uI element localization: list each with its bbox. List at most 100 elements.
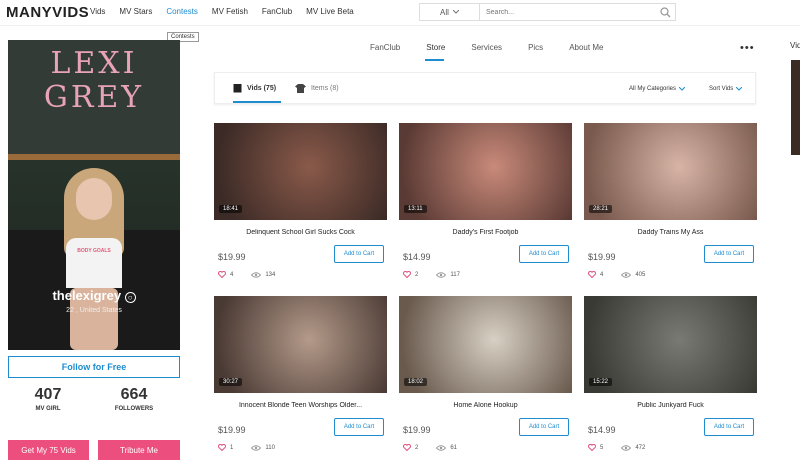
profile-tabs: FanClub Store Services Pics About Me xyxy=(370,43,603,52)
top-navbar: MANYVIDS Vids MV Stars Contests MV Fetis… xyxy=(0,0,800,26)
video-duration: 13:11 xyxy=(404,205,427,213)
video-price: $14.99 xyxy=(588,425,616,435)
nav-mv-live[interactable]: MV Live Beta xyxy=(306,7,354,16)
nav-vids[interactable]: Vids xyxy=(90,7,105,16)
chalk-text-lexi: LEXI xyxy=(50,46,138,81)
video-thumbnail[interactable]: 30:27 xyxy=(214,296,387,393)
video-card[interactable]: 18:41 Delinquent School Girl Sucks Cock … xyxy=(214,123,387,278)
video-duration: 28:21 xyxy=(589,205,613,213)
video-price: $19.99 xyxy=(403,425,431,435)
side-thumbnail[interactable] xyxy=(791,60,800,155)
video-duration: 15:22 xyxy=(589,378,613,386)
sort-dropdown-label: Sort Vids xyxy=(709,86,734,92)
video-stats: 2 117 xyxy=(403,271,460,278)
heart-icon[interactable] xyxy=(218,444,226,451)
heart-icon[interactable] xyxy=(588,271,596,278)
verified-icon: ○ xyxy=(124,292,136,303)
view-count: 405 xyxy=(635,271,646,278)
active-tab-indicator xyxy=(425,59,444,61)
heart-icon[interactable] xyxy=(403,444,411,451)
video-title[interactable]: Innocent Blonde Teen Worships Older... xyxy=(214,402,387,409)
add-to-cart-button[interactable]: Add to Cart xyxy=(519,418,569,436)
video-title[interactable]: Daddy's First Footjob xyxy=(399,229,572,236)
add-to-cart-button[interactable]: Add to Cart xyxy=(334,245,384,263)
video-card[interactable]: 30:27 Innocent Blonde Teen Worships Olde… xyxy=(214,296,387,451)
video-thumbnail[interactable]: 15:22 xyxy=(584,296,757,393)
nav-contests[interactable]: Contests xyxy=(166,7,198,16)
video-title[interactable]: Home Alone Hookup xyxy=(399,402,572,409)
view-count: 134 xyxy=(265,271,276,278)
model-figure: BODY GOALS xyxy=(58,168,130,350)
video-card[interactable]: 28:21 Daddy Trains My Ass $19.99 Add to … xyxy=(584,123,757,278)
categories-dropdown[interactable]: All My Categories xyxy=(629,86,686,92)
filter-tab-vids[interactable]: Vids (75) xyxy=(233,84,276,93)
stat-label: MV GIRL xyxy=(35,406,61,412)
video-card[interactable]: 18:02 Home Alone Hookup $19.99 Add to Ca… xyxy=(399,296,572,451)
categories-dropdown-label: All My Categories xyxy=(629,86,677,92)
main-nav: Vids MV Stars Contests MV Fetish FanClub… xyxy=(90,7,354,16)
more-options-icon[interactable]: ••• xyxy=(740,42,755,54)
like-count: 4 xyxy=(600,271,604,278)
nav-mv-stars[interactable]: MV Stars xyxy=(119,7,152,16)
heart-icon[interactable] xyxy=(218,271,226,278)
video-thumbnail[interactable]: 13:11 xyxy=(399,123,572,220)
tab-about-me[interactable]: About Me xyxy=(569,43,603,52)
filter-tab-vids-label: Vids (75) xyxy=(247,85,277,92)
active-filter-indicator xyxy=(233,101,281,103)
stat-label: FOLLOWERS xyxy=(114,406,154,412)
like-count: 2 xyxy=(415,444,419,451)
video-duration: 30:27 xyxy=(219,378,243,386)
film-icon xyxy=(233,84,242,93)
video-title[interactable]: Public Junkyard Fuck xyxy=(584,402,757,409)
video-thumbnail[interactable]: 18:41 xyxy=(214,123,387,220)
chevron-down-icon xyxy=(736,87,743,91)
get-vids-button[interactable]: Get My 75 Vids xyxy=(8,440,89,460)
eye-icon xyxy=(436,444,447,451)
chevron-down-icon xyxy=(452,10,459,14)
heart-icon[interactable] xyxy=(588,444,596,451)
like-count: 2 xyxy=(415,271,419,278)
stat-number: 664 xyxy=(120,386,148,403)
tab-store[interactable]: Store xyxy=(426,43,445,52)
like-count: 1 xyxy=(230,444,234,451)
view-count: 117 xyxy=(450,271,460,278)
add-to-cart-button[interactable]: Add to Cart xyxy=(519,245,569,263)
video-duration: 18:41 xyxy=(219,205,243,213)
tribute-button[interactable]: Tribute Me xyxy=(98,440,180,460)
eye-icon xyxy=(436,271,447,278)
filter-tab-items[interactable]: Items (8) xyxy=(295,84,339,93)
video-stats: 5 472 xyxy=(588,444,645,451)
heart-icon[interactable] xyxy=(403,271,411,278)
add-to-cart-button[interactable]: Add to Cart xyxy=(704,418,754,436)
profile-username[interactable]: thelexigrey ○ xyxy=(8,288,180,303)
follow-button[interactable]: Follow for Free xyxy=(8,356,180,378)
tab-fanclub[interactable]: FanClub xyxy=(370,43,400,52)
video-thumbnail[interactable]: 18:02 xyxy=(399,296,572,393)
tab-pics[interactable]: Pics xyxy=(528,43,543,52)
tab-services[interactable]: Services xyxy=(471,43,502,52)
nav-fanclub[interactable]: FanClub xyxy=(262,7,292,16)
eye-icon xyxy=(621,271,632,278)
view-count: 61 xyxy=(450,444,458,451)
video-title[interactable]: Delinquent School Girl Sucks Cock xyxy=(214,229,387,236)
video-title[interactable]: Daddy Trains My Ass xyxy=(584,229,757,236)
view-count: 472 xyxy=(635,444,646,451)
video-card[interactable]: 15:22 Public Junkyard Fuck $14.99 Add to… xyxy=(584,296,757,451)
search-input[interactable] xyxy=(480,4,655,20)
profile-photo[interactable]: LEXI GREY BODY GOALS thelexigrey ○ 22 , … xyxy=(8,40,180,350)
video-card[interactable]: 13:11 Daddy's First Footjob $14.99 Add t… xyxy=(399,123,572,278)
sort-dropdown[interactable]: Sort Vids xyxy=(709,86,743,92)
eye-icon xyxy=(251,271,262,278)
add-to-cart-button[interactable]: Add to Cart xyxy=(704,245,754,263)
video-thumbnail[interactable]: 28:21 xyxy=(584,123,757,220)
search-bar: All xyxy=(419,3,676,21)
search-icon[interactable] xyxy=(655,4,675,20)
video-stats: 4 134 xyxy=(218,271,275,278)
video-price: $19.99 xyxy=(218,425,246,435)
search-scope-select[interactable]: All xyxy=(420,4,480,20)
profile-location: 22 , United States xyxy=(66,307,122,314)
manyvids-logo[interactable]: MANYVIDS xyxy=(6,4,89,21)
filter-tab-items-label: Items (8) xyxy=(311,85,339,92)
add-to-cart-button[interactable]: Add to Cart xyxy=(334,418,384,436)
nav-mv-fetish[interactable]: MV Fetish xyxy=(212,7,248,16)
